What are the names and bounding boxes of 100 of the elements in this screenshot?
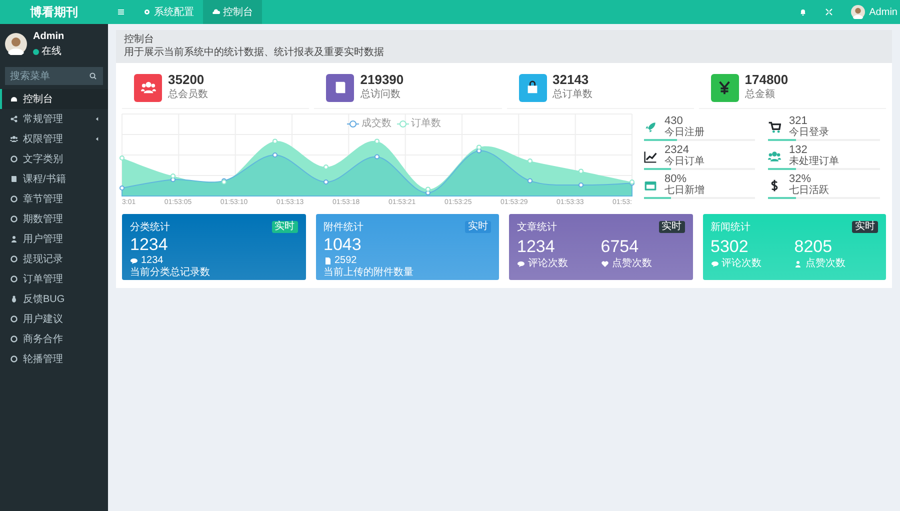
menu-item[interactable]: 反馈BUG xyxy=(0,289,108,309)
card-label: 评论次数 xyxy=(528,258,568,270)
card-value: 1234 xyxy=(517,237,556,258)
legend-marker xyxy=(396,120,408,128)
avatar-icon xyxy=(5,33,27,55)
group-icon xyxy=(140,80,156,96)
card-value: 1234 xyxy=(130,234,169,256)
stat-label: 未处理订单 xyxy=(789,156,839,168)
menu-item[interactable]: 权限管理 xyxy=(0,129,108,149)
user-name: Admin xyxy=(33,30,64,44)
bag-icon xyxy=(525,80,540,96)
data-point xyxy=(120,186,124,191)
stat-label: 总订单数 xyxy=(552,88,592,102)
card-title: 附件统计 xyxy=(324,220,364,235)
menu-item[interactable]: 商务合作 xyxy=(0,329,108,349)
search-icon xyxy=(89,72,97,80)
window-icon xyxy=(644,178,656,192)
menu-item[interactable]: 章节管理 xyxy=(0,189,108,209)
menu-item[interactable]: 文字类别 xyxy=(0,149,108,169)
stat-value: 2324 xyxy=(664,145,689,156)
card-title: 新闻统计 xyxy=(710,220,750,235)
data-point xyxy=(578,182,584,188)
card-sub-value: 1234 xyxy=(141,255,164,266)
legend-marker xyxy=(347,120,359,128)
logo-text: 博看期刊 xyxy=(0,0,108,24)
data-point xyxy=(374,154,380,160)
stat-label: 七日新增 xyxy=(664,185,704,196)
card-title: 分类统计 xyxy=(130,220,170,235)
circle-icon xyxy=(10,355,18,363)
menu-item[interactable]: 用户建议 xyxy=(0,309,108,329)
data-point xyxy=(324,164,328,170)
stat-value: 174800 xyxy=(744,73,788,88)
legend-label: 成交数 xyxy=(362,116,392,132)
gear-icon xyxy=(143,8,151,16)
card-note: 当前分类总记录数 xyxy=(130,267,211,280)
stat-value: 321 xyxy=(789,116,808,128)
realtime-badge: 实时 xyxy=(852,221,878,234)
menu-icon xyxy=(117,8,125,16)
heart-icon xyxy=(600,260,609,268)
yen-icon xyxy=(717,80,732,96)
data-point xyxy=(578,169,584,174)
card-title: 文章统计 xyxy=(517,220,557,235)
card-value: 8205 xyxy=(794,237,834,258)
realtime-badge: 实时 xyxy=(465,221,491,234)
data-point xyxy=(272,152,278,158)
realtime-badge: 实时 xyxy=(272,221,298,234)
menu-item[interactable]: 用户管理 xyxy=(0,229,108,249)
file-icon xyxy=(324,257,332,266)
share-icon xyxy=(10,115,18,123)
status-text: 在线 xyxy=(42,44,62,59)
user-icon xyxy=(794,260,802,268)
stat-value: 430 xyxy=(664,116,683,128)
bell-icon xyxy=(799,8,808,16)
stat-value: 219390 xyxy=(360,73,404,88)
expand-icon xyxy=(825,8,834,16)
card-label: 点赞次数 xyxy=(805,258,846,270)
menu-item[interactable]: 常规管理 xyxy=(0,109,108,129)
circle-icon xyxy=(10,155,18,163)
stat-value: 32143 xyxy=(552,73,590,88)
card-label: 点赞次数 xyxy=(612,258,652,270)
comment-icon xyxy=(710,260,718,268)
group-icon xyxy=(10,135,18,143)
page-title: 控制台 xyxy=(124,34,155,46)
menu-item[interactable]: 控制台 xyxy=(0,89,108,109)
menu-item[interactable]: 课程/书籍 xyxy=(0,169,108,189)
stat-label: 七日活跃 xyxy=(789,185,829,196)
card-value: 5302 xyxy=(710,237,750,258)
stat-label: 总访问数 xyxy=(360,88,402,102)
stat-value: 80% xyxy=(664,174,687,186)
card-value: 6754 xyxy=(600,237,640,258)
card-value: 1043 xyxy=(324,234,362,256)
card-label: 评论次数 xyxy=(722,258,762,270)
line-chart-icon xyxy=(644,150,656,163)
stat-value: 35200 xyxy=(168,73,206,88)
card-note: 当前上传的附件数量 xyxy=(324,267,414,280)
page-description: 用于展示当前系统中的统计数据、统计报表及重要实时数据 xyxy=(124,46,385,59)
circle-icon xyxy=(10,315,18,323)
stat-label: 今日注册 xyxy=(664,127,704,138)
realtime-badge: 实时 xyxy=(658,221,684,234)
stat-value: 32% xyxy=(789,174,812,186)
comment-icon xyxy=(130,257,138,266)
circle-icon xyxy=(10,195,18,203)
comment-icon xyxy=(517,260,525,268)
legend-label: 订单数 xyxy=(411,116,441,132)
status-dot xyxy=(33,48,39,54)
group-icon xyxy=(768,150,781,163)
menu-item[interactable]: 轮播管理 xyxy=(0,349,108,369)
search-field[interactable]: 搜索菜单 xyxy=(5,67,103,85)
cloud-icon xyxy=(212,8,220,16)
menu-item[interactable]: 期数管理 xyxy=(0,209,108,229)
card-sub-value: 2592 xyxy=(334,255,357,266)
stat-label: 今日订单 xyxy=(664,156,704,168)
stat-label: 总会员数 xyxy=(168,88,208,102)
circle-icon xyxy=(10,215,18,223)
data-point xyxy=(324,180,328,185)
data-point xyxy=(528,158,532,164)
menu-item[interactable]: 订单管理 xyxy=(0,269,108,289)
menu-item[interactable]: 提现记录 xyxy=(0,249,108,269)
data-point xyxy=(528,178,532,184)
bug-icon xyxy=(10,295,18,303)
